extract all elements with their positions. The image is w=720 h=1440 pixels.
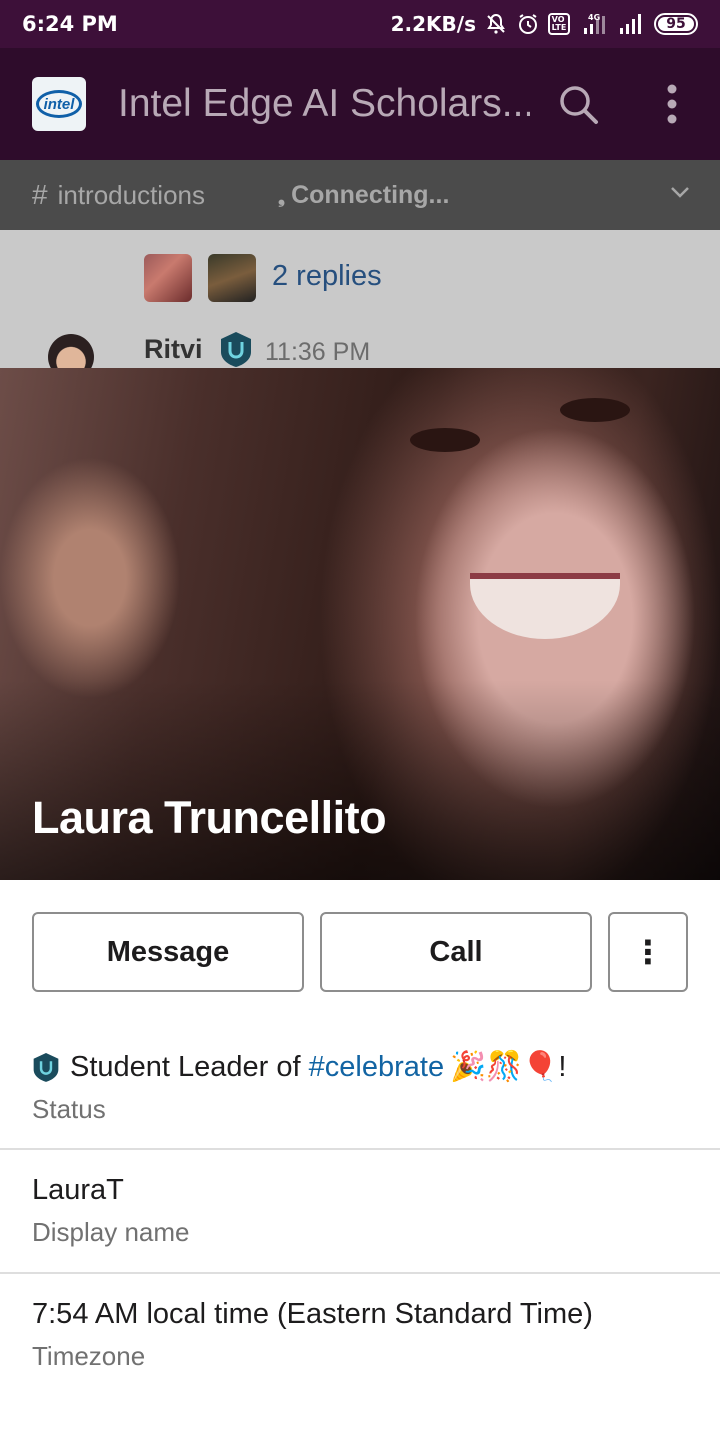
display-name-value: LauraT <box>32 1174 124 1206</box>
reply-avatar <box>208 254 256 302</box>
message-author[interactable]: Ritvi <box>144 334 203 365</box>
reply-avatar <box>144 254 192 302</box>
status-emoji: 🎉🎊🎈 <box>450 1051 559 1083</box>
connection-status-text: Connecting... <box>291 180 450 209</box>
mute-alarm-icon <box>484 12 508 36</box>
channel-bar[interactable]: # introductions ❟ Connecting... <box>0 160 720 230</box>
photo-gradient <box>0 680 720 880</box>
network-speed: 2.2KB/s <box>390 12 476 36</box>
status-label: Status <box>32 1094 106 1124</box>
message-time: 11:36 PM <box>265 338 371 366</box>
status-bar: 6:24 PM 2.2KB/s VO LTE 4G 95 <box>0 0 720 48</box>
display-name-section: LauraT Display name <box>32 1174 190 1248</box>
search-icon[interactable] <box>552 78 604 130</box>
connection-status: ❟ Connecting... <box>278 181 449 210</box>
message-button[interactable]: Message <box>32 912 304 992</box>
photo-detail <box>560 398 630 422</box>
battery-icon: 95 <box>654 13 698 35</box>
udacity-badge-icon <box>32 1051 60 1083</box>
photo-detail <box>410 428 480 452</box>
battery-level: 95 <box>666 16 686 32</box>
avatar[interactable] <box>48 334 94 368</box>
vertical-dots-icon: ⋮ <box>632 934 664 970</box>
status-text: Student Leader of <box>70 1050 309 1083</box>
profile-photo[interactable]: Laura Truncellito <box>0 368 720 880</box>
message-list: 2 replies Ritvi 11:36 PM <box>0 230 720 368</box>
signal-4g-icon: 4G <box>578 12 610 36</box>
workspace-name[interactable]: Intel Edge AI Scholars... <box>118 82 530 126</box>
more-options-button[interactable]: ⋮ <box>608 912 688 992</box>
timezone-value: 7:54 AM local time (Eastern Standard Tim… <box>32 1298 593 1330</box>
photo-detail <box>470 573 620 639</box>
channel-hash-icon: # <box>32 179 48 210</box>
channel-link[interactable]: #celebrate <box>309 1051 444 1084</box>
status-section: Student Leader of #celebrate 🎉🎊🎈 ! Statu… <box>32 1050 566 1125</box>
channel-name: introductions <box>57 179 205 210</box>
profile-name: Laura Truncellito <box>32 792 387 843</box>
display-name-label: Display name <box>32 1217 190 1247</box>
divider <box>0 1272 720 1274</box>
status-suffix: ! <box>558 1050 567 1083</box>
thread-replies-link[interactable]: 2 replies <box>272 260 382 293</box>
divider <box>0 1148 720 1150</box>
workspace-logo[interactable]: intel <box>32 77 86 131</box>
call-button[interactable]: Call <box>320 912 592 992</box>
timezone-section: 7:54 AM local time (Eastern Standard Tim… <box>32 1298 593 1372</box>
kebab-menu-icon[interactable] <box>646 78 698 130</box>
status-icons: 2.2KB/s VO LTE 4G 95 <box>391 12 698 36</box>
status-time: 6:24 PM <box>22 12 118 36</box>
timezone-label: Timezone <box>32 1341 146 1371</box>
chevron-down-icon[interactable] <box>668 180 692 211</box>
status-row: Student Leader of #celebrate 🎉🎊🎈 ! <box>32 1050 566 1084</box>
loading-spinner-icon: ❟ <box>278 186 286 207</box>
intel-logo-icon: intel <box>36 90 82 118</box>
alarm-clock-icon <box>516 12 540 36</box>
app-header: intel Intel Edge AI Scholars... <box>0 48 720 160</box>
signal-icon <box>618 13 646 35</box>
udacity-badge-icon <box>219 330 253 368</box>
volte-icon: VO LTE <box>548 13 570 35</box>
